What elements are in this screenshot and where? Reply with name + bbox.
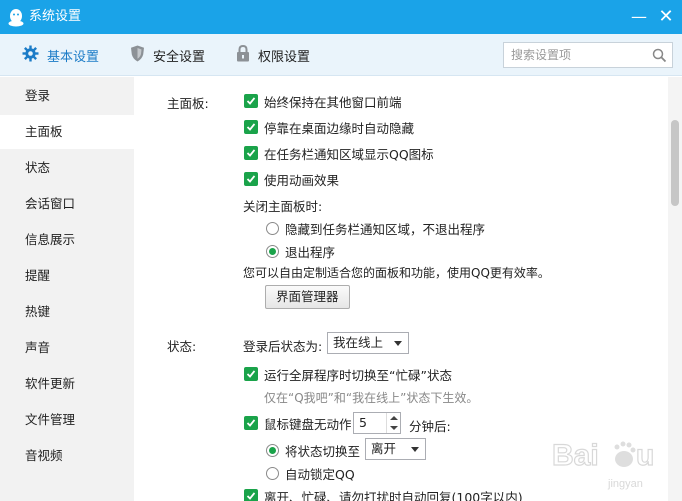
tab-label: 权限设置: [258, 49, 311, 65]
section-label-status: 状态:: [167, 339, 197, 354]
chevron-down-icon: [394, 341, 402, 346]
gear-icon: [22, 45, 47, 66]
checkbox-label: 鼠标键盘无动作: [264, 416, 352, 432]
idle-minutes-stepper[interactable]: 5: [353, 412, 401, 434]
radio-label: 隐藏到任务栏通知区域，不退出程序: [285, 221, 486, 237]
svg-text:u: u: [636, 439, 654, 472]
title-bar: 系统设置 — ✕: [0, 0, 682, 34]
sidebar-item-login[interactable]: 登录: [0, 79, 134, 113]
radio-hide-to-tray[interactable]: 隐藏到任务栏通知区域，不退出程序: [266, 219, 485, 237]
checkbox-checked-icon[interactable]: [244, 489, 258, 501]
checkbox-auto-hide[interactable]: 停靠在桌面边缘时自动隐藏: [244, 118, 414, 136]
stepper-value: 5: [359, 415, 367, 430]
checkbox-checked-icon[interactable]: [244, 94, 258, 108]
radio-label: 将状态切换至: [285, 443, 361, 459]
checkbox-fullscreen-busy[interactable]: 运行全屏程序时切换至“忙碌”状态: [244, 365, 452, 383]
window-title: 系统设置: [29, 9, 82, 24]
radio-unselected-icon[interactable]: [266, 466, 279, 480]
checkbox-checked-icon[interactable]: [244, 120, 258, 134]
idle-suffix-label: 分钟后:: [409, 419, 451, 434]
select-value: 我在线上: [333, 335, 384, 350]
radio-label: 退出程序: [285, 244, 336, 260]
qq-penguin-icon: [7, 8, 25, 27]
search-box: [503, 42, 673, 68]
tab-permission-settings[interactable]: 权限设置: [236, 34, 310, 76]
after-login-status-label: 登录后状态为:: [243, 339, 323, 354]
customize-description: 您可以自由定制适合您的面板和功能，使用QQ更有效率。: [243, 266, 550, 280]
checkbox-tray-icon[interactable]: 在任务栏通知区域显示QQ图标: [244, 144, 434, 162]
svg-text:jingyan: jingyan: [607, 478, 643, 490]
sidebar-item-main-panel[interactable]: 主面板: [0, 115, 134, 149]
switch-status-select[interactable]: 离开: [365, 438, 426, 460]
stepper-down-icon[interactable]: [386, 423, 400, 433]
radio-switch-status[interactable]: 将状态切换至: [266, 441, 360, 459]
checkbox-checked-icon[interactable]: [244, 172, 258, 186]
sidebar: 登录 主面板 状态 会话窗口 信息展示 提醒 热键 声音 软件更新 文件管理 音…: [0, 77, 134, 501]
sidebar-item-audio-video[interactable]: 音视频: [0, 439, 134, 473]
select-value: 离开: [371, 441, 397, 456]
fullscreen-hint: 仅在“Q我吧”和“我在线上”状态下生效。: [264, 391, 479, 405]
lock-icon: [236, 44, 258, 66]
tab-label: 安全设置: [153, 49, 206, 65]
checkbox-label: 在任务栏通知区域显示QQ图标: [264, 146, 434, 162]
sidebar-item-status[interactable]: 状态: [0, 151, 134, 185]
search-icon[interactable]: [652, 48, 667, 66]
sidebar-item-software-update[interactable]: 软件更新: [0, 367, 134, 401]
checkbox-checked-icon[interactable]: [244, 416, 258, 430]
sidebar-item-sound[interactable]: 声音: [0, 331, 134, 365]
checkbox-label: 停靠在桌面边缘时自动隐藏: [264, 120, 415, 136]
tab-basic-settings[interactable]: 基本设置: [22, 34, 99, 76]
sidebar-item-reminder[interactable]: 提醒: [0, 259, 134, 293]
scrollbar-thumb[interactable]: [671, 120, 679, 206]
baidu-watermark-logo: Bai u jingyan: [551, 438, 655, 490]
sidebar-item-chat-window[interactable]: 会话窗口: [0, 187, 134, 221]
section-label-main-panel: 主面板:: [167, 96, 209, 111]
checkbox-auto-reply[interactable]: 离开、忙碌、请勿打扰时自动回复(100字以内): [244, 487, 523, 501]
checkbox-label: 运行全屏程序时切换至“忙碌”状态: [264, 367, 452, 383]
radio-unselected-icon[interactable]: [266, 221, 279, 235]
after-login-status-select[interactable]: 我在线上: [327, 332, 409, 354]
interface-manager-button[interactable]: 界面管理器: [265, 285, 350, 309]
checkbox-always-on-top[interactable]: 始终保持在其他窗口前端: [244, 92, 402, 110]
radio-auto-lock[interactable]: 自动锁定QQ: [266, 464, 355, 482]
sidebar-item-info-display[interactable]: 信息展示: [0, 223, 134, 257]
sidebar-item-hotkeys[interactable]: 热键: [0, 295, 134, 329]
checkbox-checked-icon[interactable]: [244, 146, 258, 160]
stepper-up-icon[interactable]: [386, 413, 400, 423]
close-panel-label: 关闭主面板时:: [243, 199, 323, 214]
minimize-button[interactable]: —: [628, 6, 650, 28]
close-button[interactable]: ✕: [655, 6, 677, 28]
radio-selected-icon[interactable]: [266, 244, 279, 258]
radio-exit-program[interactable]: 退出程序: [266, 242, 335, 260]
sidebar-item-file-management[interactable]: 文件管理: [0, 403, 134, 437]
checkbox-checked-icon[interactable]: [244, 367, 258, 381]
checkbox-idle[interactable]: 鼠标键盘无动作: [244, 414, 352, 432]
shield-icon: [130, 45, 153, 66]
radio-label: 自动锁定QQ: [285, 466, 355, 482]
tab-label: 基本设置: [47, 49, 100, 65]
tab-security-settings[interactable]: 安全设置: [130, 34, 205, 76]
svg-text:Bai: Bai: [552, 439, 599, 472]
checkbox-label: 始终保持在其他窗口前端: [264, 94, 402, 110]
settings-toolbar: 基本设置 安全设置 权限设置: [0, 34, 682, 76]
checkbox-label: 使用动画效果: [264, 172, 340, 188]
checkbox-label: 离开、忙碌、请勿打扰时自动回复(100字以内): [264, 489, 523, 501]
checkbox-animation[interactable]: 使用动画效果: [244, 170, 339, 188]
chevron-down-icon: [411, 447, 419, 452]
radio-selected-icon[interactable]: [266, 443, 279, 457]
search-input[interactable]: [504, 43, 644, 67]
